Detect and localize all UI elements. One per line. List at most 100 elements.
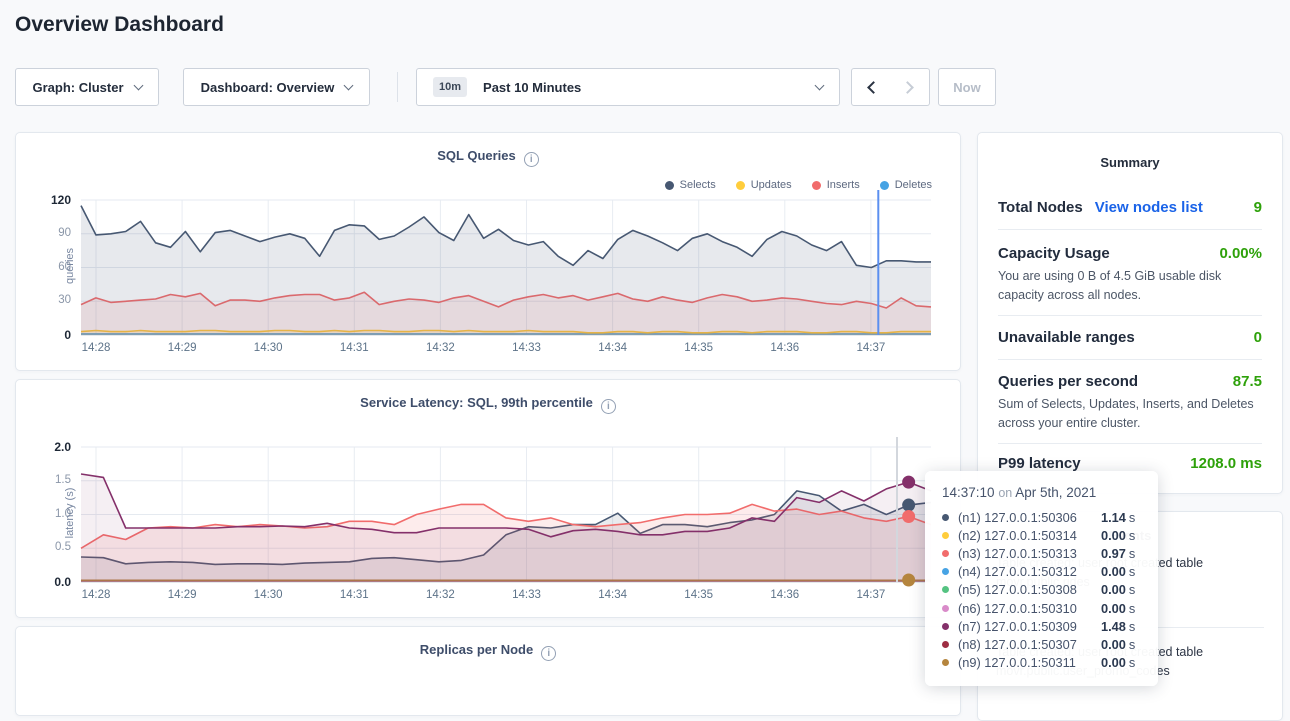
unavailable-ranges-label: Unavailable ranges [998, 329, 1135, 346]
capacity-usage-value: 0.00% [1219, 245, 1262, 262]
total-nodes-label: Total Nodes [998, 199, 1083, 216]
p99-latency-value: 1208.0 ms [1190, 455, 1262, 472]
node-latency-value: 1.48 [1101, 619, 1126, 634]
replicas-per-node-panel: Replicas per Node i [15, 626, 961, 716]
info-icon[interactable]: i [541, 646, 556, 661]
node-color-dot-icon [942, 605, 949, 612]
node-address: (n6) 127.0.0.1:50310 [958, 601, 1101, 616]
sql-queries-panel: SQL Queriesi SelectsUpdatesInsertsDelete… [15, 132, 961, 371]
node-latency-unit: s [1129, 582, 1135, 597]
x-tick-label: 14:29 [150, 589, 214, 601]
divider [998, 229, 1262, 230]
node-latency-unit: s [1129, 601, 1135, 616]
divider [998, 443, 1262, 444]
time-range-badge: 10m [433, 77, 467, 97]
tooltip-node-row: (n8) 127.0.0.1:503070.00s [942, 635, 1144, 653]
node-address: (n2) 127.0.0.1:50314 [958, 528, 1101, 543]
x-tick-label: 14:34 [581, 342, 645, 354]
service-latency-chart[interactable]: 0.00.51.01.52.014:2814:2914:3014:3114:32… [16, 380, 962, 619]
node-color-dot-icon [942, 550, 949, 557]
x-tick-label: 14:28 [64, 589, 128, 601]
summary-row-qps: Queries per second 87.5 [998, 373, 1262, 390]
x-tick-label: 14:36 [753, 589, 817, 601]
y-axis-label: latency (s) [64, 473, 76, 553]
node-color-dot-icon [942, 586, 949, 593]
x-tick-label: 14:32 [408, 589, 472, 601]
qps-value: 87.5 [1233, 373, 1262, 390]
node-latency-value: 0.00 [1101, 655, 1126, 670]
node-latency-value: 0.00 [1101, 528, 1126, 543]
time-range-dropdown[interactable]: 10m Past 10 Minutes [416, 68, 840, 106]
y-tick-label: 0.0 [25, 575, 71, 589]
time-next-button[interactable] [890, 68, 930, 106]
node-color-dot-icon [942, 641, 949, 648]
divider [998, 359, 1262, 360]
summary-title: Summary [978, 155, 1282, 170]
node-latency-value: 1.14 [1101, 510, 1126, 525]
node-latency-unit: s [1129, 564, 1135, 579]
now-button[interactable]: Now [938, 68, 996, 106]
view-nodes-list-link[interactable]: View nodes list [1095, 199, 1203, 216]
dashboard-dropdown-label: Dashboard: Overview [201, 80, 335, 95]
p99-latency-label: P99 latency [998, 455, 1081, 472]
graph-dropdown-label: Graph: Cluster [32, 80, 123, 95]
tooltip-node-row: (n3) 127.0.0.1:503130.97s [942, 544, 1144, 562]
node-latency-value: 0.97 [1101, 546, 1126, 561]
graph-dropdown[interactable]: Graph: Cluster [15, 68, 159, 106]
node-color-dot-icon [942, 514, 949, 521]
summary-row-unavailable-ranges: Unavailable ranges 0 [998, 329, 1262, 346]
x-tick-label: 14:33 [495, 589, 559, 601]
chevron-down-icon [815, 80, 825, 90]
node-address: (n7) 127.0.0.1:50309 [958, 619, 1101, 634]
tooltip-date: Apr 5th, 2021 [1015, 485, 1096, 500]
tooltip-node-row: (n2) 127.0.0.1:503140.00s [942, 526, 1144, 544]
node-color-dot-icon [942, 659, 949, 666]
node-latency-value: 0.00 [1101, 564, 1126, 579]
node-latency-unit: s [1129, 528, 1135, 543]
sql-queries-chart[interactable]: 030609012014:2814:2914:3014:3114:3214:33… [16, 133, 962, 372]
node-color-dot-icon [942, 623, 949, 630]
x-tick-label: 14:28 [64, 342, 128, 354]
chevron-down-icon [344, 80, 354, 90]
node-latency-unit: s [1129, 510, 1135, 525]
summary-panel: Summary Total Nodes View nodes list 9 Ca… [977, 132, 1283, 494]
x-tick-label: 14:29 [150, 342, 214, 354]
service-latency-panel: Service Latency: SQL, 99th percentilei 0… [15, 379, 961, 618]
tooltip-timestamp: 14:37:10 on Apr 5th, 2021 [942, 485, 1144, 500]
chevron-right-icon [901, 81, 914, 94]
node-address: (n9) 127.0.0.1:50311 [958, 655, 1101, 670]
node-color-dot-icon [942, 568, 949, 575]
node-latency-unit: s [1129, 546, 1135, 561]
unavailable-ranges-value: 0 [1254, 329, 1262, 346]
y-tick-label: 2.0 [25, 440, 71, 454]
tooltip-time: 14:37:10 [942, 485, 995, 500]
chart-hover-tooltip: 14:37:10 on Apr 5th, 2021 (n1) 127.0.0.1… [925, 471, 1158, 686]
total-nodes-value: 9 [1254, 199, 1262, 216]
page-title: Overview Dashboard [15, 13, 224, 37]
time-range-label: Past 10 Minutes [483, 80, 581, 95]
x-tick-label: 14:36 [753, 342, 817, 354]
summary-row-capacity: Capacity Usage 0.00% [998, 245, 1262, 262]
node-address: (n4) 127.0.0.1:50312 [958, 564, 1101, 579]
x-tick-label: 14:35 [667, 589, 731, 601]
x-tick-label: 14:30 [236, 342, 300, 354]
x-tick-label: 14:30 [236, 589, 300, 601]
x-tick-label: 14:31 [322, 342, 386, 354]
y-axis-label: queries [64, 226, 76, 306]
tooltip-node-row: (n9) 127.0.0.1:503110.00s [942, 654, 1144, 672]
chevron-down-icon [133, 80, 143, 90]
x-tick-label: 14:32 [408, 342, 472, 354]
tooltip-node-row: (n1) 127.0.0.1:503061.14s [942, 508, 1144, 526]
dashboard-dropdown[interactable]: Dashboard: Overview [183, 68, 370, 106]
time-prev-button[interactable] [851, 68, 891, 106]
x-tick-label: 14:37 [839, 342, 903, 354]
node-address: (n1) 127.0.0.1:50306 [958, 510, 1101, 525]
node-latency-unit: s [1129, 619, 1135, 634]
node-color-dot-icon [942, 532, 949, 539]
y-tick-label: 0 [25, 328, 71, 342]
capacity-usage-label: Capacity Usage [998, 245, 1110, 262]
chart-title-text: Replicas per Node [420, 642, 533, 657]
tooltip-node-row: (n5) 127.0.0.1:503080.00s [942, 581, 1144, 599]
tooltip-node-row: (n6) 127.0.0.1:503100.00s [942, 599, 1144, 617]
replicas-per-node-title: Replicas per Node i [16, 642, 960, 661]
